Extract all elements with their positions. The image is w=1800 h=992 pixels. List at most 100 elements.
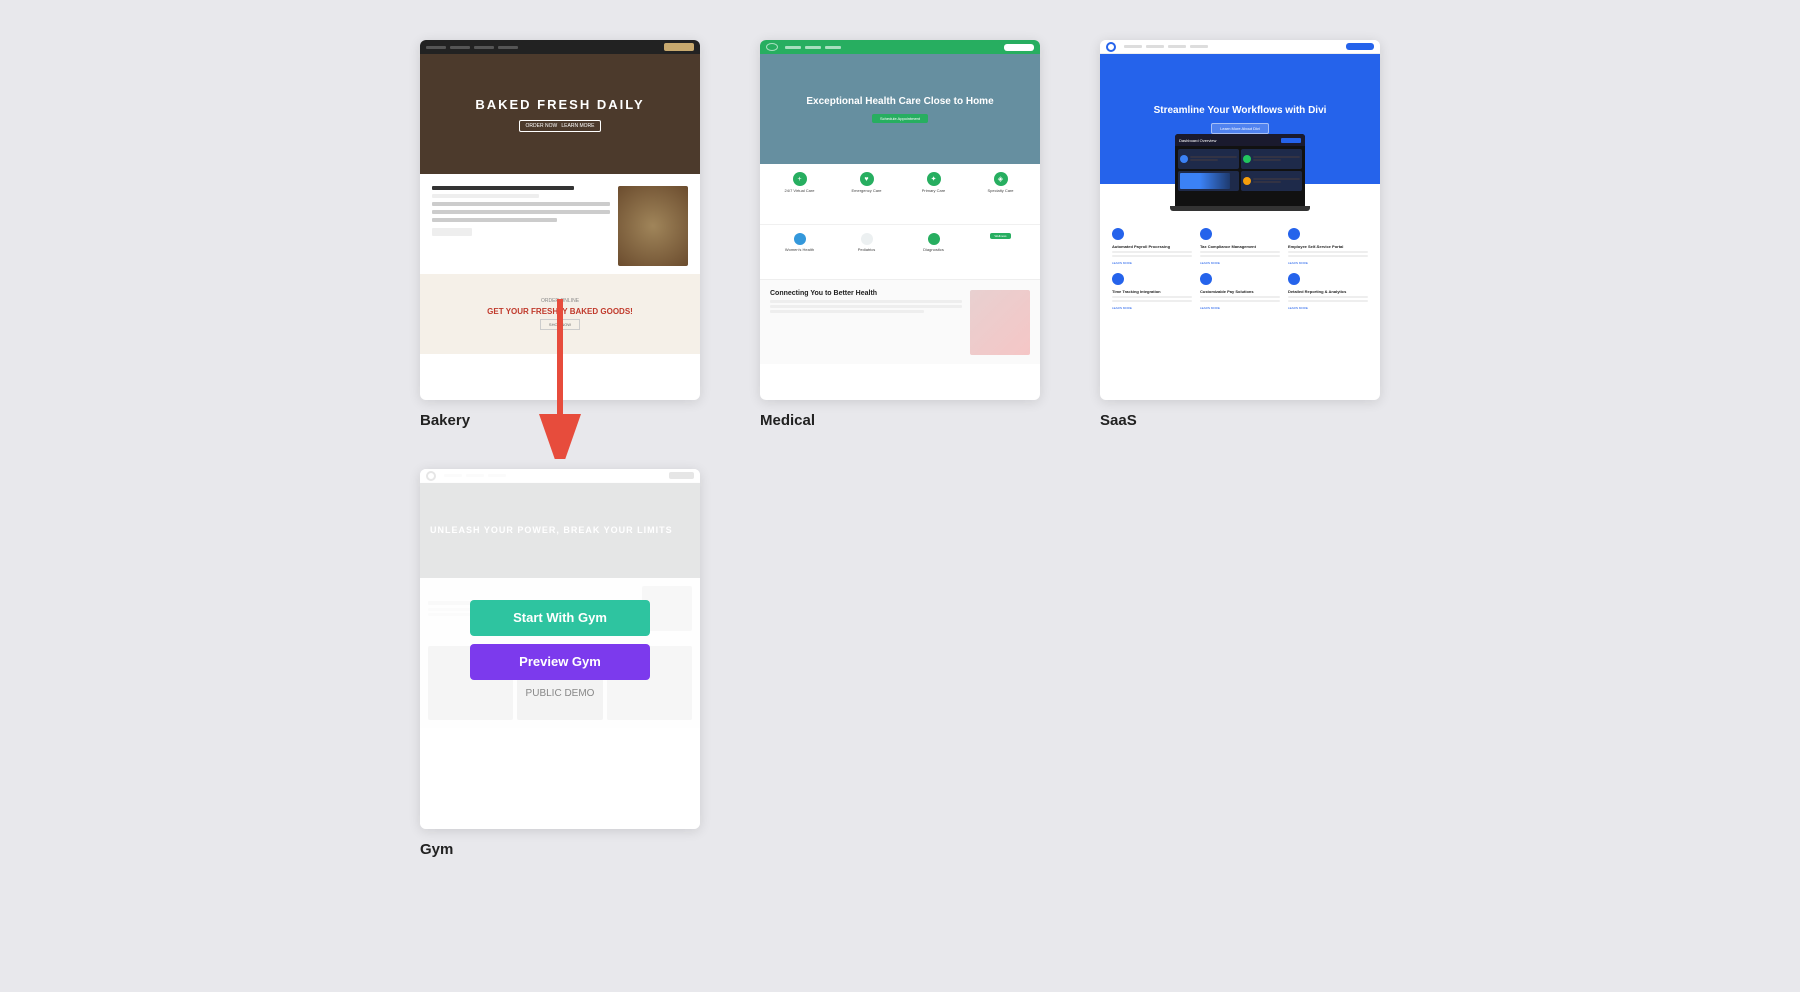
bakery-text-block xyxy=(432,186,610,262)
gym-hover-overlay: Start With Gym Preview Gym PUBLIC DEMO xyxy=(420,469,700,829)
bakery-hero-btn: ORDER NOW LEARN MORE xyxy=(519,120,602,132)
saas-screen-lines xyxy=(1253,156,1300,162)
medical-hero: Exceptional Health Care Close to Home Sc… xyxy=(760,54,1040,164)
pediatrics-icon xyxy=(861,233,873,245)
saas-nav-btn xyxy=(1346,43,1374,50)
specialty-care-icon: ◈ xyxy=(994,172,1008,186)
saas-screen-line xyxy=(1253,159,1281,161)
template-card-gym[interactable]: UNLEASH YOUR POWER, BREAK YOUR LIMITS St… xyxy=(420,469,700,858)
saas-screen-line xyxy=(1253,178,1300,180)
bakery-promo: ORDER ONLINE GET YOUR FRESHLY BAKED GOOD… xyxy=(420,274,700,354)
bakery-nav-item xyxy=(474,46,494,49)
saas-screen-btn xyxy=(1281,138,1301,143)
medical-connect-text: Connecting You to Better Health xyxy=(770,290,962,354)
template-card-saas[interactable]: Streamline Your Workflows with Divi Lear… xyxy=(1100,40,1380,429)
bakery-hero-title: BAKED FRESH DAILY xyxy=(475,96,644,114)
virtual-care-icon: + xyxy=(793,172,807,186)
saas-feat-icon xyxy=(1200,273,1212,285)
medical-connect-title: Connecting You to Better Health xyxy=(770,290,962,297)
saas-laptop-screen: Dashboard Overview xyxy=(1175,134,1305,206)
saas-chart xyxy=(1180,173,1230,189)
saas-nav-item xyxy=(1146,45,1164,48)
saas-feature-tax: Tax Compliance Management LEARN MORE xyxy=(1200,228,1280,265)
medical-preview[interactable]: Exceptional Health Care Close to Home Sc… xyxy=(760,40,1040,400)
saas-feat-link: LEARN MORE xyxy=(1112,261,1192,265)
saas-nav-item xyxy=(1190,45,1208,48)
saas-preview[interactable]: Streamline Your Workflows with Divi Lear… xyxy=(1100,40,1380,400)
bakery-text-line xyxy=(432,210,610,214)
saas-feat-title: Employee Self-Service Portal xyxy=(1288,244,1368,249)
saas-feat-line xyxy=(1112,296,1192,298)
saas-feat-line xyxy=(1288,255,1368,257)
bakery-nav-cta xyxy=(664,43,694,51)
bakery-img-thumb xyxy=(618,186,688,266)
bakery-hero: BAKED FRESH DAILY ORDER NOW LEARN MORE xyxy=(420,54,700,174)
saas-feat-link: LEARN MORE xyxy=(1112,306,1192,310)
bakery-text-line xyxy=(432,218,557,222)
saas-feat-title: Automated Payroll Processing xyxy=(1112,244,1192,249)
saas-feat-line xyxy=(1112,300,1192,302)
medical-diagnostics: Diagnostics xyxy=(902,233,965,271)
saas-screen-dot xyxy=(1180,155,1188,163)
saas-screen-header: Dashboard Overview xyxy=(1175,134,1305,146)
saas-nav-item xyxy=(1168,45,1186,48)
diagnostics-label: Diagnostics xyxy=(923,247,944,252)
medical-icon-primary: ✦ Primary Care xyxy=(902,172,965,216)
preview-gym-button[interactable]: Preview Gym xyxy=(470,644,650,680)
saas-hero-title: Streamline Your Workflows with Divi xyxy=(1154,104,1327,118)
medical-hero-btn: Schedule Appointment xyxy=(872,114,928,123)
bakery-promo-btn: SHOP NOW xyxy=(540,319,580,330)
gym-public-label: PUBLIC DEMO xyxy=(526,688,595,699)
medical-icon-emergency: ♥ Emergency Care xyxy=(835,172,898,216)
primary-care-label: Primary Care xyxy=(922,188,946,193)
medical-connect-line xyxy=(770,300,962,303)
saas-screen-card xyxy=(1241,171,1302,191)
saas-screen-dot xyxy=(1243,177,1251,185)
medical-nav-item xyxy=(805,46,821,49)
saas-feature-time: Time Tracking Integration LEARN MORE xyxy=(1112,273,1192,310)
gym-preview[interactable]: UNLEASH YOUR POWER, BREAK YOUR LIMITS St… xyxy=(420,469,700,829)
womens-health-label: Women's Health xyxy=(785,247,814,252)
saas-screen-header-text: Dashboard Overview xyxy=(1179,138,1216,143)
saas-feat-line xyxy=(1200,251,1280,253)
start-with-gym-button[interactable]: Start With Gym xyxy=(470,600,650,636)
saas-hero: Streamline Your Workflows with Divi Lear… xyxy=(1100,54,1380,184)
saas-feat-line xyxy=(1112,251,1192,253)
bakery-preview[interactable]: BAKED FRESH DAILY ORDER NOW LEARN MORE O… xyxy=(420,40,700,400)
saas-screen-line xyxy=(1190,156,1237,158)
saas-screen-line xyxy=(1190,159,1218,161)
primary-care-icon: ✦ xyxy=(927,172,941,186)
medical-nav-btn xyxy=(1004,44,1034,51)
bakery-learn-more xyxy=(432,228,472,236)
bakery-text-line xyxy=(432,194,539,198)
saas-feat-link: LEARN MORE xyxy=(1288,261,1368,265)
medical-hero-title: Exceptional Health Care Close to Home xyxy=(806,95,993,109)
wellness-btn: Wellness xyxy=(990,233,1010,239)
saas-feat-title: Detailed Reporting & Analytics xyxy=(1288,289,1368,294)
saas-feat-icon xyxy=(1112,273,1124,285)
medical-label: Medical xyxy=(760,412,815,429)
saas-screen-card xyxy=(1178,149,1239,169)
saas-feature-pay: Customizable Pay Solutions LEARN MORE xyxy=(1200,273,1280,310)
template-card-medical[interactable]: Exceptional Health Care Close to Home Sc… xyxy=(760,40,1040,429)
saas-feature-employee: Employee Self-Service Portal LEARN MORE xyxy=(1288,228,1368,265)
saas-screen-card xyxy=(1241,149,1302,169)
saas-laptop-base xyxy=(1170,206,1310,211)
saas-feat-line xyxy=(1200,300,1280,302)
medical-womens: Women's Health xyxy=(768,233,831,271)
saas-feat-title: Customizable Pay Solutions xyxy=(1200,289,1280,294)
bakery-nav-item xyxy=(450,46,470,49)
template-card-bakery[interactable]: BAKED FRESH DAILY ORDER NOW LEARN MORE O… xyxy=(420,40,700,429)
saas-feat-line xyxy=(1112,255,1192,257)
bakery-promo-label: ORDER ONLINE xyxy=(541,298,579,304)
saas-feat-link: LEARN MORE xyxy=(1288,306,1368,310)
emergency-care-label: Emergency Care xyxy=(851,188,881,193)
saas-screen-body xyxy=(1175,146,1305,194)
saas-feat-line xyxy=(1288,296,1368,298)
diagnostics-icon xyxy=(928,233,940,245)
medical-pediatrics: Pediatrics xyxy=(835,233,898,271)
emergency-care-icon: ♥ xyxy=(860,172,874,186)
medical-connect-line xyxy=(770,310,924,313)
medical-logo xyxy=(766,43,778,51)
saas-feature-payroll: Automated Payroll Processing LEARN MORE xyxy=(1112,228,1192,265)
